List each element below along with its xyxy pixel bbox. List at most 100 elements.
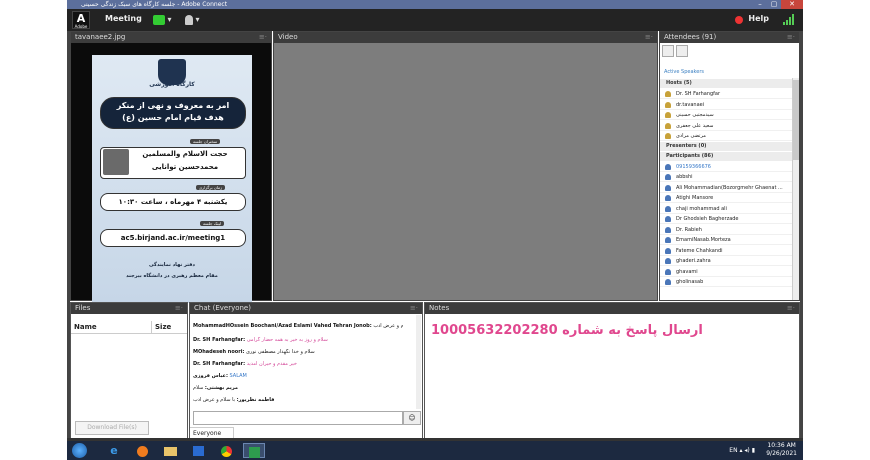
chat-input[interactable]: [193, 411, 403, 425]
participant-item[interactable]: Ali Mohammadian(Bozorgmehr Ghaenat ...: [660, 183, 793, 193]
chat-scrollbar[interactable]: [416, 315, 421, 409]
hosts-group-header[interactable]: Hosts (5): [660, 79, 793, 88]
clock-time: 10:36 AM: [767, 442, 796, 449]
audio-button[interactable]: ▾: [153, 13, 172, 27]
frame-right: [800, 31, 803, 441]
video-pod: Video ≡·: [273, 31, 658, 301]
participant-item[interactable]: ghavami: [660, 267, 793, 277]
adobe-connect-taskbar-icon[interactable]: [243, 443, 265, 458]
video-pod-header: Video ≡·: [274, 32, 657, 43]
attendee-name: abbshi: [676, 174, 693, 180]
chat-text: سلام و خدا نگهدار مصطفی نوری: [246, 349, 315, 355]
participant-item[interactable]: 09159366676: [660, 162, 793, 172]
poster-footer-line2: مقام معظم رهبری در دانشگاه بیرجند: [126, 273, 218, 279]
meeting-menu[interactable]: Meeting: [105, 14, 142, 23]
chat-message: Dr. SH Farhangfar: خیر مقدم و حیران آمدی…: [193, 361, 403, 368]
attendee-name: Dr. SH Farhangfar: [676, 91, 721, 97]
files-col-name[interactable]: Name: [74, 321, 97, 333]
firefox-icon[interactable]: [131, 443, 153, 458]
notes-pod-title: Notes: [429, 304, 450, 312]
list-view-icon[interactable]: [662, 45, 674, 57]
participant-item[interactable]: chaji mohammad ali: [660, 204, 793, 214]
chat-text: سلام و عرض ادب: [373, 323, 403, 329]
maximize-button[interactable]: ▢: [767, 0, 781, 9]
user-icon: [665, 237, 671, 243]
sort-icon[interactable]: [676, 45, 688, 57]
user-icon: [665, 101, 671, 108]
poster-footer-line1: دفتر نهاد نمایندگی: [149, 262, 195, 268]
taskbar-clock[interactable]: 10:36 AM 9/26/2021: [766, 442, 797, 458]
notes-pod-options-button[interactable]: ≡·: [787, 303, 795, 314]
user-icon: [665, 91, 671, 97]
attendee-name: ghavami: [676, 268, 698, 275]
chat-text: سلام و روز به خیر به همه حضار گرامی: [246, 337, 328, 343]
participant-item[interactable]: Atighi Mansore: [660, 193, 793, 203]
chat-pod-title: Chat: [194, 304, 211, 312]
chat-message: Dr. SH Farhangfar: سلام و روز به خیر به …: [193, 337, 403, 344]
files-col-size[interactable]: Size: [151, 321, 171, 333]
connection-signal-icon: [783, 14, 794, 25]
emoticon-icon[interactable]: ☺: [403, 411, 421, 425]
presenters-group-header[interactable]: Presenters (0): [660, 141, 793, 151]
attendees-scrollbar[interactable]: [792, 78, 799, 300]
minimize-button[interactable]: –: [753, 0, 767, 9]
user-icon: [665, 268, 671, 275]
user-icon: [665, 184, 671, 191]
participant-item[interactable]: abbshi: [660, 172, 793, 182]
share-pod: tavanaee2.jpg ≡· کارگاه آموزشی امر به مع…: [70, 31, 272, 303]
participants-group-header[interactable]: Participants (86): [660, 151, 793, 161]
participant-item[interactable]: Dr Ghodsieh Bagherzade: [660, 214, 793, 224]
user-icon: [665, 122, 671, 129]
share-pod-options-button[interactable]: ≡·: [259, 32, 267, 43]
file-explorer-icon[interactable]: [159, 443, 181, 458]
host-item[interactable]: سیدمجتبی حسینی: [660, 110, 793, 120]
chat-pod-options-button[interactable]: ≡·: [410, 303, 418, 314]
network-icon[interactable]: ▮: [752, 447, 755, 454]
poster-topic-banner: امر به معروف و نهی از منکر هدف قیام امام…: [100, 97, 246, 129]
participant-item[interactable]: gholinasab: [660, 277, 793, 287]
participant-item[interactable]: EmamiNasab.Morteza: [660, 235, 793, 245]
chat-message: فاطمه نظریور: با سلام و عرض ادب: [193, 397, 403, 404]
attendee-name: 09159366676: [676, 163, 711, 170]
chat-author: عباس فروزی:: [193, 373, 228, 379]
attendee-name: Ali Mohammadian(Bozorgmehr Ghaenat ...: [676, 184, 783, 191]
notes-text[interactable]: ارسال پاسخ به شماره 10005632202280: [431, 323, 703, 338]
participant-item[interactable]: Fateme Chahkandi: [660, 246, 793, 256]
files-pod-options-button[interactable]: ≡·: [175, 303, 183, 314]
poster-time-tag: زمان برگزاری: [196, 185, 226, 190]
language-indicator[interactable]: EN: [729, 447, 737, 454]
media-player-icon[interactable]: [187, 443, 209, 458]
attendees-pod: Attendees (91) ≡· Active Speakers Hosts …: [659, 31, 800, 301]
chat-author: Dr. SH Farhangfar:: [193, 361, 246, 367]
adobe-logo-icon: A Adobe: [72, 11, 90, 29]
close-button[interactable]: ✕: [781, 0, 803, 9]
participant-item[interactable]: ghaderi.zahra: [660, 256, 793, 266]
host-item[interactable]: سعید علی جعفری: [660, 121, 793, 131]
attendees-pod-options-button[interactable]: ≡·: [787, 32, 795, 43]
internet-explorer-icon[interactable]: e: [103, 443, 125, 458]
camera-button[interactable]: ▾: [185, 13, 200, 27]
volume-icon[interactable]: ◂): [744, 447, 749, 454]
chrome-icon[interactable]: [215, 443, 237, 458]
chat-scope: (Everyone): [212, 304, 251, 312]
video-pod-options-button[interactable]: ≡·: [645, 32, 653, 43]
attendees-toolbar: [662, 45, 690, 59]
system-tray: EN ▴ ◂) ▮: [729, 447, 755, 454]
chat-author: فاطمه نظریور:: [236, 397, 275, 403]
active-speakers-link[interactable]: Active Speakers: [664, 69, 704, 75]
host-item[interactable]: مرتضی مرادی: [660, 131, 793, 141]
download-files-button[interactable]: Download File(s): [75, 421, 149, 435]
start-button[interactable]: [72, 443, 87, 458]
help-menu[interactable]: Help: [748, 14, 769, 23]
host-item[interactable]: dr.tavanaei: [660, 100, 793, 110]
files-table-header: Name Size: [71, 321, 187, 334]
poster-speaker-banner: حجت الاسلام والمسلمین محمدحسین توانایی: [100, 147, 246, 179]
host-item[interactable]: Dr. SH Farhangfar: [660, 89, 793, 99]
chat-text: سلام: [193, 385, 204, 391]
video-pod-title: Video: [278, 33, 298, 41]
attendee-name: Dr Ghodsieh Bagherzade: [676, 216, 739, 222]
chat-message: عباس فروزی: SALAM: [193, 373, 403, 380]
attendee-name: ghaderi.zahra: [676, 258, 711, 264]
share-pod-header: tavanaee2.jpg ≡·: [71, 32, 271, 43]
participant-item[interactable]: Dr. Rabieh: [660, 225, 793, 235]
